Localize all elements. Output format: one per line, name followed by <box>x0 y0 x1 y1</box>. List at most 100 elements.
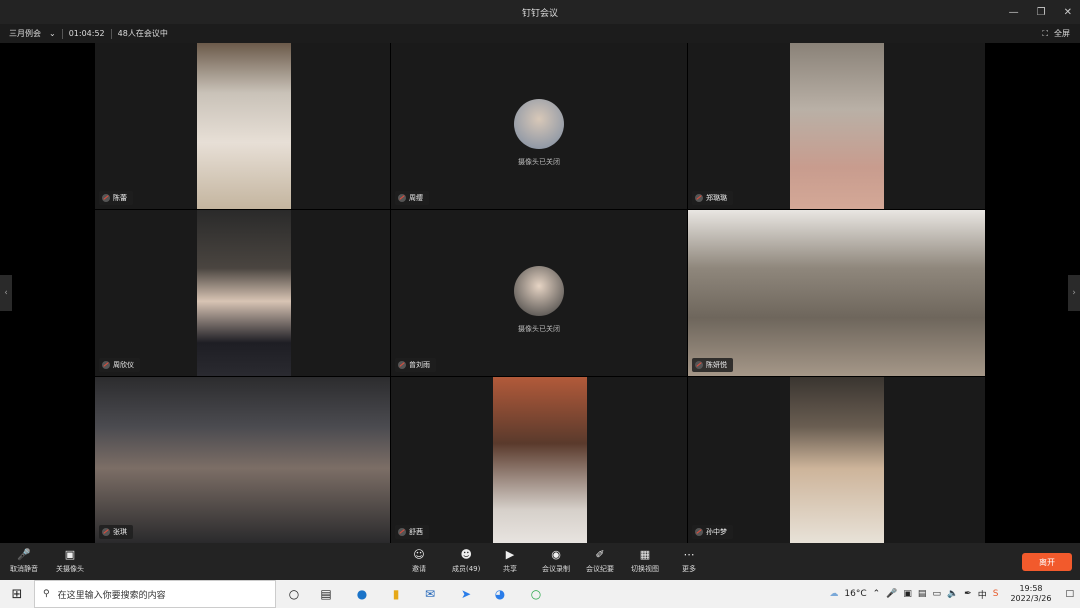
participant-tile[interactable]: 舒茜 <box>391 377 687 543</box>
ime-label[interactable]: 中 <box>978 588 987 601</box>
members-icon: ☻ <box>460 547 472 561</box>
minutes-button[interactable]: ✐ 会议纪要 <box>586 547 614 574</box>
microphone-icon[interactable]: 🎤 <box>886 589 897 599</box>
chevron-left-icon: ‹ <box>4 288 8 298</box>
edge-browser-icon[interactable]: ● <box>352 584 372 604</box>
meeting-toolbar: 🎤 取消静音 ▣ 关摄像头 ☺ 邀请 ☻ 成员(49) ▶ 共享 ◉ 会议录制 … <box>0 543 1080 580</box>
mic-muted-icon <box>398 194 406 202</box>
unmute-button[interactable]: 🎤 取消静音 <box>10 547 38 574</box>
invite-label: 邀请 <box>412 565 426 573</box>
invite-button[interactable]: ☺ 邀请 <box>412 547 426 574</box>
participant-name-tag: 曾刘雨 <box>395 358 436 372</box>
windows-icon: ⊞ <box>11 586 23 602</box>
share-label: 共享 <box>503 565 517 573</box>
search-placeholder: 在这里输入你要搜索的内容 <box>57 590 166 601</box>
participant-name-tag: 孙中梦 <box>692 525 733 539</box>
prev-page-button[interactable]: ‹ <box>0 275 12 311</box>
participant-name-tag: 郑璐璐 <box>692 191 733 205</box>
minutes-label: 会议纪要 <box>586 565 614 573</box>
clock[interactable]: 19:58 2022/3/26 <box>1010 584 1051 604</box>
mail-icon[interactable]: ✉ <box>420 584 440 604</box>
volume-icon[interactable]: 🔈 <box>947 589 958 599</box>
mic-muted-icon <box>102 194 110 202</box>
mic-muted-icon <box>102 528 110 536</box>
system-tray: ☁ 16°C ⌃ 🎤 ▣ ▤ ▭ 🔈 ✒ 中 S 19:58 2022/3/26… <box>829 580 1080 608</box>
participant-grid: 陈蕾 摄像头已关闭 周缨 郑璐璐 周欣仪 摄像头已关闭 曾刘雨 陈妍悦 张琪 舒… <box>95 43 985 543</box>
chevron-up-icon[interactable]: ⌃ <box>873 589 881 599</box>
participant-name: 周欣仪 <box>113 361 134 369</box>
monitor-icon[interactable]: ▭ <box>932 589 941 599</box>
participant-name: 孙中梦 <box>706 528 727 536</box>
sogou-ime-icon[interactable]: S <box>993 589 999 599</box>
restore-icon[interactable]: ❐ <box>1037 7 1046 18</box>
share-button[interactable]: ▶ 共享 <box>503 547 517 574</box>
dingtalk-icon[interactable]: ➤ <box>456 584 476 604</box>
weather-temp[interactable]: 16°C <box>844 589 866 599</box>
participant-name: 张琪 <box>113 528 127 536</box>
windows-taskbar: ⊞ ⚲ 在这里输入你要搜索的内容 ○ ▤ ● ▮ ✉ ➤ ◕ ○ ☁ 16°C … <box>0 580 1080 608</box>
meeting-info-bar: 三月例会 ⌄ 01:04:52 48人在会议中 <box>0 24 1080 43</box>
participant-video <box>493 377 587 543</box>
taskbar-search[interactable]: ⚲ 在这里输入你要搜索的内容 <box>34 580 276 608</box>
mic-muted-icon: 🎤 <box>17 547 31 561</box>
participant-tile[interactable]: 摄像头已关闭 曾刘雨 <box>391 210 687 376</box>
add-user-icon: ☺ <box>413 547 425 561</box>
participant-tile[interactable]: 孙中梦 <box>688 377 985 543</box>
widgets-icon[interactable]: ▤ <box>316 584 336 604</box>
next-page-button[interactable]: › <box>1068 275 1080 311</box>
participant-name-tag: 周缨 <box>395 191 429 205</box>
more-button[interactable]: ⋯ 更多 <box>682 547 696 574</box>
weather-icon: ☁ <box>829 589 839 599</box>
minutes-icon: ✐ <box>595 547 605 561</box>
camera-label: 关摄像头 <box>56 565 84 573</box>
participant-tile[interactable]: 周欣仪 <box>95 210 390 376</box>
avatar <box>514 99 564 149</box>
participant-video <box>688 210 985 376</box>
file-explorer-icon[interactable]: ▮ <box>386 584 406 604</box>
mic-muted-icon <box>398 528 406 536</box>
chevron-right-icon: › <box>1072 288 1076 298</box>
participant-name: 曾刘雨 <box>409 361 430 369</box>
participant-name: 周缨 <box>409 194 423 202</box>
participant-tile[interactable]: 郑璐璐 <box>688 43 985 209</box>
task-view-icon[interactable]: ○ <box>284 584 304 604</box>
meeting-duration: 01:04:52 <box>68 29 105 38</box>
record-icon: ◉ <box>551 547 561 561</box>
minimize-icon[interactable]: — <box>1009 7 1019 18</box>
camera-off-label: 摄像头已关闭 <box>518 158 560 166</box>
chevron-down-icon[interactable]: ⌄ <box>49 29 56 38</box>
participant-tile[interactable]: 陈妍悦 <box>688 210 985 376</box>
meeting-name[interactable]: 三月例会 <box>9 28 41 39</box>
wechat-icon[interactable]: ○ <box>526 584 546 604</box>
start-button[interactable]: ⊞ <box>0 580 34 608</box>
window-controls: — ❐ ✕ <box>1009 0 1072 24</box>
participant-tile[interactable]: 张琪 <box>95 377 390 543</box>
camera-button[interactable]: ▣ 关摄像头 <box>56 547 84 574</box>
participant-video <box>95 377 390 543</box>
record-button[interactable]: ◉ 会议录制 <box>542 547 570 574</box>
more-label: 更多 <box>682 565 696 573</box>
participant-tile[interactable]: 摄像头已关闭 周缨 <box>391 43 687 209</box>
leave-button[interactable]: 离开 <box>1022 553 1072 571</box>
members-button[interactable]: ☻ 成员(49) <box>452 547 480 574</box>
fullscreen-button[interactable]: ⛶ 全屏 <box>1042 24 1070 43</box>
participant-name: 陈妍悦 <box>706 361 727 369</box>
switch-view-button[interactable]: ▦ 切换视图 <box>631 547 659 574</box>
window-title: 钉钉会议 <box>521 8 558 19</box>
divider <box>61 28 63 39</box>
camera-off-label: 摄像头已关闭 <box>518 325 560 333</box>
close-icon[interactable]: ✕ <box>1064 7 1072 18</box>
notification-icon[interactable]: □ <box>1065 589 1074 599</box>
dingtalk-meeting-icon[interactable]: ◕ <box>490 584 510 604</box>
video-stage: ‹ › 陈蕾 摄像头已关闭 周缨 郑璐璐 周欣仪 摄像头已关闭 曾刘雨 陈妍悦 … <box>0 43 1080 543</box>
members-label: 成员(49) <box>452 565 481 573</box>
record-label: 会议录制 <box>542 565 570 573</box>
participant-name-tag: 陈妍悦 <box>692 358 733 372</box>
pen-icon[interactable]: ✒ <box>964 589 972 599</box>
clock-time: 19:58 <box>1019 584 1043 593</box>
battery-icon[interactable]: ▤ <box>918 589 927 599</box>
fullscreen-label: 全屏 <box>1054 29 1070 38</box>
camera-icon[interactable]: ▣ <box>903 589 912 599</box>
participant-name-tag: 周欣仪 <box>99 358 140 372</box>
participant-tile[interactable]: 陈蕾 <box>95 43 390 209</box>
